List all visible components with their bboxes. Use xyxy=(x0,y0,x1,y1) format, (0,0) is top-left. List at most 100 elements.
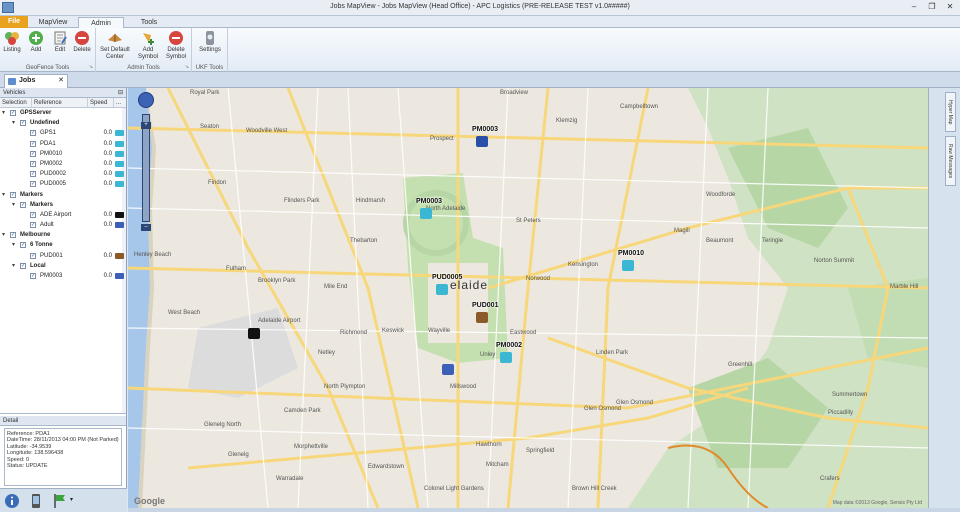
listing-button[interactable]: Listing xyxy=(0,30,24,54)
row-checkbox[interactable]: ✓ xyxy=(30,171,36,178)
expand-chevron-icon[interactable]: ▾ xyxy=(12,200,15,210)
google-logo: Google xyxy=(134,496,165,506)
edit-button[interactable]: Edit xyxy=(48,30,72,54)
group-launcher-icon[interactable]: ↘ xyxy=(185,64,189,70)
device-icon[interactable] xyxy=(28,493,44,509)
van-icon xyxy=(622,260,634,271)
vehicle-type-icon xyxy=(115,140,124,147)
listing-label: Listing xyxy=(3,47,21,53)
zoom-out-button[interactable]: – xyxy=(141,224,151,231)
file-tab[interactable]: File xyxy=(0,16,28,28)
expand-chevron-icon[interactable]: ▾ xyxy=(12,118,15,128)
row-checkbox[interactable]: ✓ xyxy=(30,222,36,229)
pan-control-icon[interactable] xyxy=(138,92,154,108)
raw-messages-tab[interactable]: Raw Messages xyxy=(945,136,956,186)
row-checkbox[interactable]: ✓ xyxy=(30,181,36,188)
tree-row[interactable]: ✓ PUD0005 0.0 xyxy=(0,179,126,189)
pin-icon[interactable]: ⊟ xyxy=(118,88,123,98)
row-checkbox[interactable]: ✓ xyxy=(10,232,16,239)
row-checkbox[interactable]: ✓ xyxy=(10,191,16,198)
row-speed: 0.0 xyxy=(103,222,112,229)
add-symbol-button[interactable]: Add Symbol xyxy=(136,30,160,61)
marker-label: PM0010 xyxy=(618,250,645,257)
tree-row[interactable]: ▾ ✓ Undefined xyxy=(0,118,126,128)
delete-symbol-icon xyxy=(169,31,183,45)
delete-symbol-button[interactable]: Delete Symbol xyxy=(164,30,188,61)
jobs-mapview-tab[interactable]: Jobs MapView ✕ xyxy=(4,74,68,96)
row-checkbox[interactable]: ✓ xyxy=(20,242,26,249)
delete-button[interactable]: Delete xyxy=(70,30,94,54)
close-button[interactable]: ✕ xyxy=(944,2,956,12)
row-checkbox[interactable]: ✓ xyxy=(30,130,36,137)
tree-row[interactable]: ✓ ADE Airport 0.0 xyxy=(0,210,126,220)
place-label: St Peters xyxy=(516,218,541,224)
close-tab-icon[interactable]: ✕ xyxy=(58,75,64,87)
tree-row[interactable]: ▾ ✓ GPSServer xyxy=(0,108,126,118)
column-reference[interactable]: Reference xyxy=(32,98,88,107)
place-label: Beaumont xyxy=(706,238,734,244)
column-selection[interactable]: Selection xyxy=(0,98,32,107)
row-checkbox[interactable]: ✓ xyxy=(20,120,26,127)
column-more[interactable]: ... xyxy=(114,98,126,107)
row-speed: 0.0 xyxy=(103,160,112,167)
tree-row[interactable]: ✓ PDA1 0.0 xyxy=(0,139,126,149)
row-checkbox[interactable]: ✓ xyxy=(30,252,36,259)
row-checkbox[interactable]: ✓ xyxy=(30,273,36,279)
row-checkbox[interactable]: ✓ xyxy=(30,211,36,218)
tree-row[interactable]: ✓ PUD001 0.0 xyxy=(0,251,126,261)
tab-mapview[interactable]: MapView xyxy=(32,17,74,28)
flag-icon[interactable] xyxy=(52,493,68,509)
row-reference: 6 Tonne xyxy=(30,242,53,249)
maximize-button[interactable]: ❐ xyxy=(926,2,938,12)
tree-row[interactable]: ✓ PM0003 0.0 xyxy=(0,271,126,281)
expand-chevron-icon[interactable]: ▾ xyxy=(12,240,15,250)
row-checkbox[interactable]: ✓ xyxy=(20,201,26,208)
tree-row[interactable]: ▾ ✓ 6 Tonne xyxy=(0,240,126,250)
tab-tools[interactable]: Tools xyxy=(128,17,170,28)
map-view[interactable]: Royal Park Broadview Campbelltown Seaton… xyxy=(128,88,928,508)
row-reference: Markers xyxy=(20,191,44,198)
row-speed: 0.0 xyxy=(103,130,112,137)
zoom-in-button[interactable]: + xyxy=(141,122,151,129)
chevron-down-icon[interactable]: ▾ xyxy=(70,496,73,503)
ukf-tools-label: UKF Tools xyxy=(195,65,224,71)
tree-row[interactable]: ✓ PM0010 0.0 xyxy=(0,149,126,159)
place-label: Broadview xyxy=(500,90,529,96)
expand-chevron-icon[interactable]: ▾ xyxy=(2,230,5,240)
row-checkbox[interactable]: ✓ xyxy=(30,140,36,147)
add-icon xyxy=(29,31,43,45)
row-checkbox[interactable]: ✓ xyxy=(10,110,16,116)
tree-row[interactable]: ✓ PUD0002 0.0 xyxy=(0,169,126,179)
row-speed: 0.0 xyxy=(103,211,112,218)
marker-label: PM0003 xyxy=(416,198,443,205)
tree-row[interactable]: ▾ ✓ Local xyxy=(0,261,126,271)
place-label: Woodforde xyxy=(706,192,736,198)
tree-row[interactable]: ▾ ✓ Markers xyxy=(0,200,126,210)
expand-chevron-icon[interactable]: ▾ xyxy=(12,261,15,271)
tree-row[interactable]: ✓ GPS1 0.0 xyxy=(0,128,126,138)
column-speed[interactable]: Speed xyxy=(88,98,114,107)
tree-row[interactable]: ✓ PM0002 0.0 xyxy=(0,159,126,169)
set-default-center-button[interactable]: Set Default Center xyxy=(100,30,130,61)
expand-chevron-icon[interactable]: ▾ xyxy=(2,190,5,200)
row-reference: PUD0005 xyxy=(40,181,67,188)
admin-tools-label: Admin Tools xyxy=(127,65,160,71)
place-label: Henley Beach xyxy=(134,252,172,258)
minimize-button[interactable]: – xyxy=(908,2,920,12)
place-label: Kensington xyxy=(568,262,599,268)
tab-admin[interactable]: Admin xyxy=(78,17,124,28)
tree-row[interactable]: ▾ ✓ Melbourne xyxy=(0,230,126,240)
info-icon[interactable] xyxy=(4,493,20,509)
expand-chevron-icon[interactable]: ▾ xyxy=(2,108,5,118)
zoom-slider[interactable] xyxy=(142,114,150,222)
tree-row[interactable]: ✓ Adult 0.0 xyxy=(0,220,126,230)
hyper-map-tab[interactable]: Hyper Map xyxy=(945,92,956,132)
tree-row[interactable]: ▾ ✓ Markers xyxy=(0,190,126,200)
row-checkbox[interactable]: ✓ xyxy=(20,262,26,269)
row-reference: PUD001 xyxy=(40,252,63,259)
settings-button[interactable]: Settings xyxy=(198,30,222,54)
add-button[interactable]: Add xyxy=(24,30,48,54)
row-checkbox[interactable]: ✓ xyxy=(30,150,36,157)
group-launcher-icon[interactable]: ↘ xyxy=(89,64,93,70)
row-checkbox[interactable]: ✓ xyxy=(30,160,36,167)
